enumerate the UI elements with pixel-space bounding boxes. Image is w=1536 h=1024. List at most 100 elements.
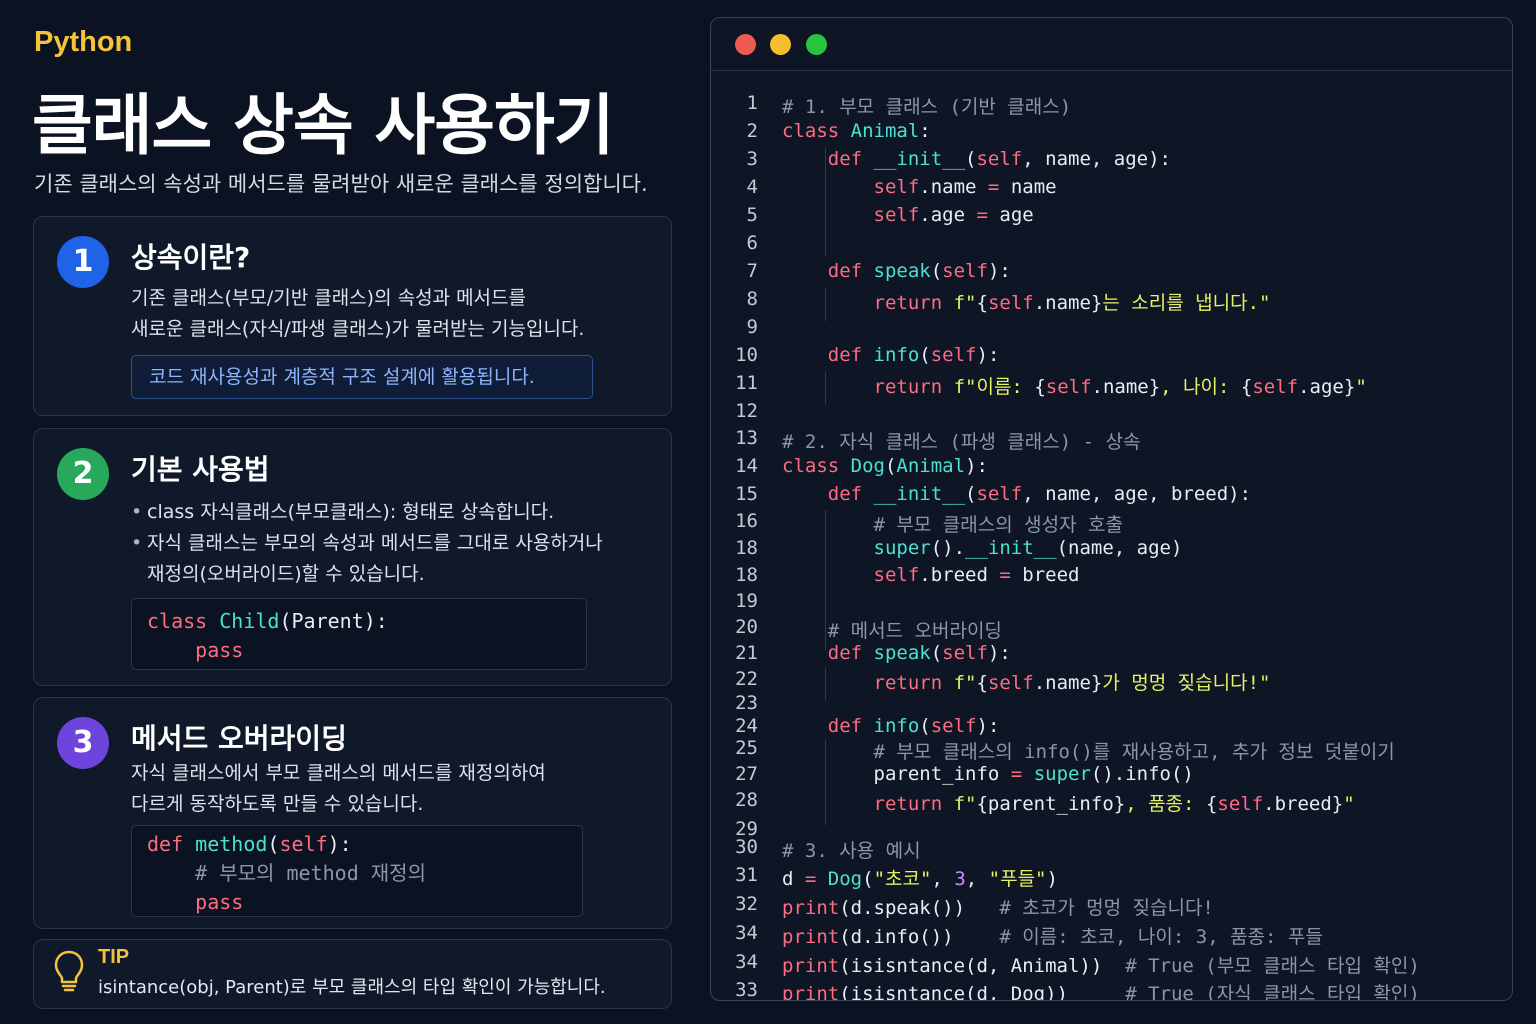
- line-number: 11: [735, 372, 758, 394]
- code-token: {: [1205, 793, 1218, 815]
- code-line: # 부모 클래스의 생성자 호출: [782, 510, 1124, 537]
- code-line: def __init__(self, name, age, breed):: [782, 483, 1251, 505]
- code-token: {: [1034, 376, 1046, 398]
- code-token: (name, age): [1056, 537, 1183, 559]
- code-line: return f"{self.name}는 소리를 냅니다.": [782, 288, 1271, 315]
- code-token: d: [782, 868, 805, 890]
- code-token: def: [782, 715, 874, 737]
- code-token: # True (부모 클래스 타입 확인): [1125, 955, 1420, 977]
- code-token: Animal: [850, 120, 920, 142]
- code-token: # 부모 클래스의 info()를 재사용하고, 추가 정보 덧붙이기: [782, 741, 1395, 763]
- bullet-item: • class 자식클래스(부모클래스): 형태로 상속합니다.: [131, 497, 603, 528]
- code-token: print: [782, 897, 840, 919]
- code-token: print: [782, 955, 840, 977]
- code-token: =: [1010, 763, 1023, 785]
- code-token: (: [884, 455, 897, 477]
- code-token: return: [782, 292, 954, 314]
- code-token: # 초코가 멍멍 짖습니다!: [999, 897, 1214, 919]
- code-token: Dog: [850, 455, 885, 477]
- line-number: 4: [746, 176, 758, 198]
- code-token: ().info(): [1090, 763, 1194, 785]
- code-token: .age}: [1298, 376, 1356, 398]
- card-title: 메서드 오버라이딩: [131, 722, 347, 755]
- code-token: info: [873, 715, 920, 737]
- code-token: f"이름:: [953, 376, 1035, 398]
- code-token: self: [1045, 376, 1092, 398]
- code-editor-window: 1 # 1. 부모 클래스 (기반 클래스) 2 class Animal: 3 def…: [710, 17, 1513, 1001]
- code-token: ": [1343, 793, 1355, 815]
- code-token: class: [782, 120, 851, 142]
- code-token: ): [1046, 868, 1058, 890]
- code-token: # 1. 부모 클래스 (기반 클래스): [782, 96, 1072, 118]
- code-token: .name}: [1033, 292, 1103, 314]
- line-number: 15: [735, 483, 758, 505]
- bullet-list: • class 자식클래스(부모클래스): 형태로 상속합니다. • 자식 클래스는…: [131, 497, 603, 590]
- code-example: def method(self): # 부모의 method 재정의 pass: [131, 825, 583, 917]
- code-token: super: [782, 537, 931, 559]
- code-line: def method(self):: [147, 830, 567, 859]
- code-line: def __init__(self, name, age):: [782, 148, 1171, 170]
- line-number: 30: [735, 836, 758, 858]
- window-maximize-button[interactable]: [806, 34, 827, 55]
- code-token: self: [976, 148, 1023, 170]
- code-token: self: [942, 260, 988, 282]
- code-token: pass: [147, 890, 244, 914]
- code-token: super: [1033, 763, 1091, 785]
- card-basic-usage: 2 기본 사용법 • class 자식클래스(부모클래스): 형태로 상속합니다.…: [33, 428, 672, 686]
- code-token: , 품종:: [1125, 793, 1206, 815]
- bullet-text: 자식 클래스는 부모의 속성과 메서드를 그대로 사용하거나: [147, 532, 603, 554]
- line-number: 6: [746, 232, 758, 254]
- line-number: 1: [746, 92, 758, 114]
- line-number: 19: [735, 590, 758, 612]
- code-token: f": [953, 292, 977, 314]
- code-line: print(d.info()) # 이름: 초코, 나이: 3, 품종: 푸들: [782, 922, 1323, 949]
- window-close-button[interactable]: [735, 34, 756, 55]
- code-token: (: [930, 642, 943, 664]
- code-token: 는 소리를 냅니다.": [1102, 292, 1271, 314]
- line-number: 10: [735, 344, 758, 366]
- code-token: ):: [976, 715, 1000, 737]
- code-token: self: [782, 564, 920, 586]
- code-token: return: [782, 376, 954, 398]
- code-token: .name}: [1033, 672, 1103, 694]
- code-line: self.age = age: [782, 204, 1034, 226]
- code-token: {: [976, 672, 988, 694]
- window-minimize-button[interactable]: [770, 34, 791, 55]
- code-token: ):: [987, 260, 1011, 282]
- code-token: class: [782, 455, 851, 477]
- code-line: return f"이름: {self.name}, 나이: {self.age}…: [782, 372, 1367, 399]
- lightbulb-icon: [54, 950, 84, 992]
- code-token: info: [873, 344, 920, 366]
- code-token: __init__: [873, 148, 966, 170]
- line-number: 20: [735, 616, 758, 638]
- tip-box: TIP isintance(obj, Parent)로 부모 클래스의 타입 확…: [33, 939, 672, 1009]
- code-token: self: [782, 204, 920, 226]
- card-inheritance-definition: 1 상속이란? 기존 클래스(부모/기반 클래스)의 속성과 메서드를 새로운 …: [33, 216, 672, 416]
- code-token: # 3. 사용 예시: [782, 840, 921, 862]
- code-line: def info(self):: [782, 344, 1000, 366]
- page-subtitle: 기존 클래스의 속성과 메서드를 물려받아 새로운 클래스를 정의합니다.: [34, 172, 648, 196]
- code-line: pass: [147, 888, 567, 917]
- code-token: Child: [219, 609, 280, 633]
- page-title: 클래스 상속 사용하기: [32, 87, 614, 164]
- code-token: def: [782, 148, 874, 170]
- code-token: self: [976, 483, 1023, 505]
- language-label: Python: [34, 26, 133, 58]
- line-number: 31: [735, 864, 758, 886]
- code-line: # 2. 자식 클래스 (파생 클래스) - 상속: [782, 427, 1140, 454]
- line-number: 18: [735, 537, 758, 559]
- step-badge-2: 2: [57, 448, 109, 500]
- code-line: return f"{parent_info}, 품종: {self.breed}…: [782, 789, 1355, 816]
- code-token: self: [1252, 376, 1299, 398]
- code-token: age: [987, 204, 1034, 226]
- code-token: {: [976, 292, 988, 314]
- code-token: f": [953, 672, 977, 694]
- code-line: d = Dog("초코", 3, "푸들"): [782, 864, 1058, 891]
- code-token: =: [976, 204, 988, 226]
- code-token: =: [999, 564, 1011, 586]
- code-area[interactable]: 1 # 1. 부모 클래스 (기반 클래스) 2 class Animal: 3 def…: [711, 70, 1512, 1000]
- line-number: 33: [735, 979, 758, 1001]
- code-token: (: [862, 868, 874, 890]
- card-title: 기본 사용법: [131, 453, 270, 486]
